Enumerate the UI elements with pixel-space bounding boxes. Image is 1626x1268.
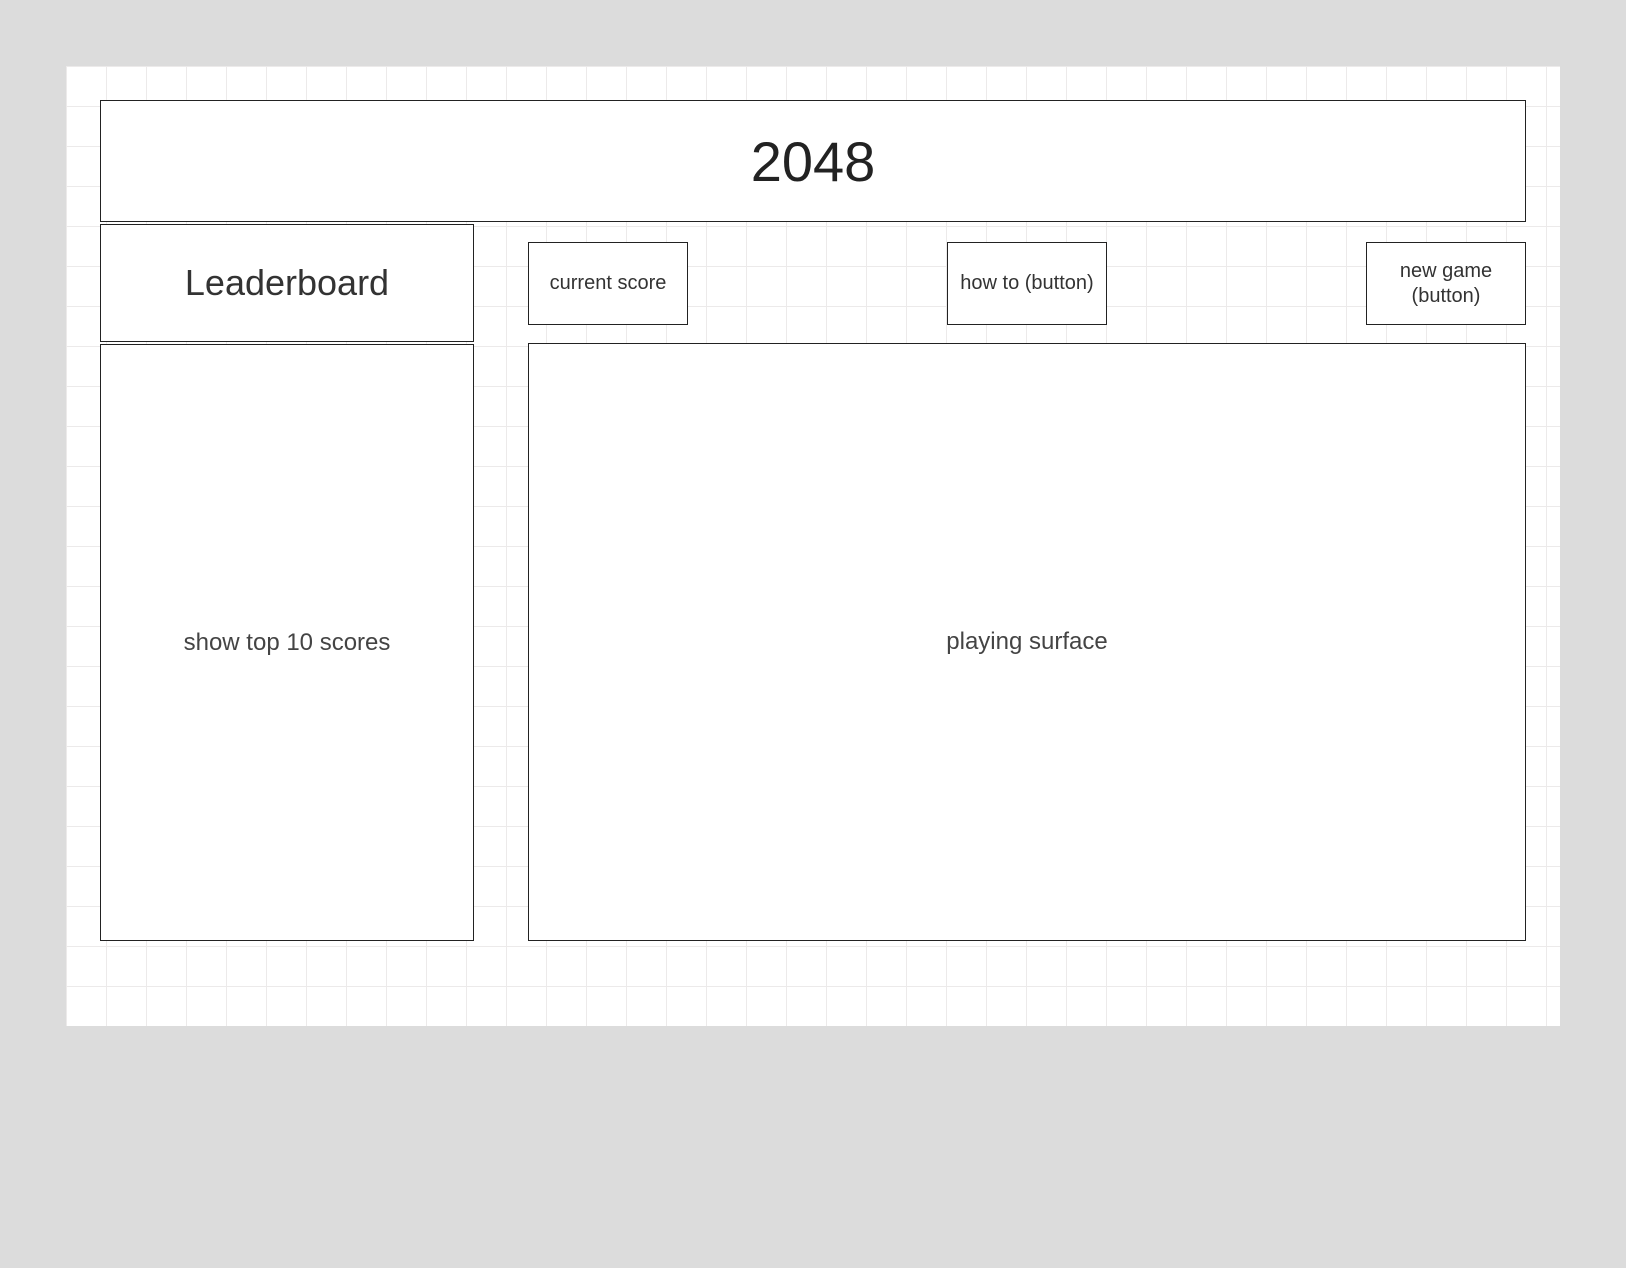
wireframe-frame: 2048 Leaderboard show top 10 scores curr… (12, 12, 1614, 1256)
layout-columns: Leaderboard show top 10 scores current s… (100, 224, 1526, 941)
wireframe-canvas: 2048 Leaderboard show top 10 scores curr… (66, 66, 1560, 1026)
leaderboard-body: show top 10 scores (100, 344, 474, 941)
game-title: 2048 (100, 100, 1526, 222)
how-to-button[interactable]: how to (button) (947, 242, 1107, 325)
sidebar: Leaderboard show top 10 scores (100, 224, 474, 941)
playing-surface[interactable]: playing surface (528, 343, 1526, 941)
leaderboard-header: Leaderboard (100, 224, 474, 342)
control-row: current score how to (button) new game (… (528, 242, 1526, 325)
current-score: current score (528, 242, 688, 325)
main-area: current score how to (button) new game (… (528, 224, 1526, 941)
new-game-button[interactable]: new game (button) (1366, 242, 1526, 325)
